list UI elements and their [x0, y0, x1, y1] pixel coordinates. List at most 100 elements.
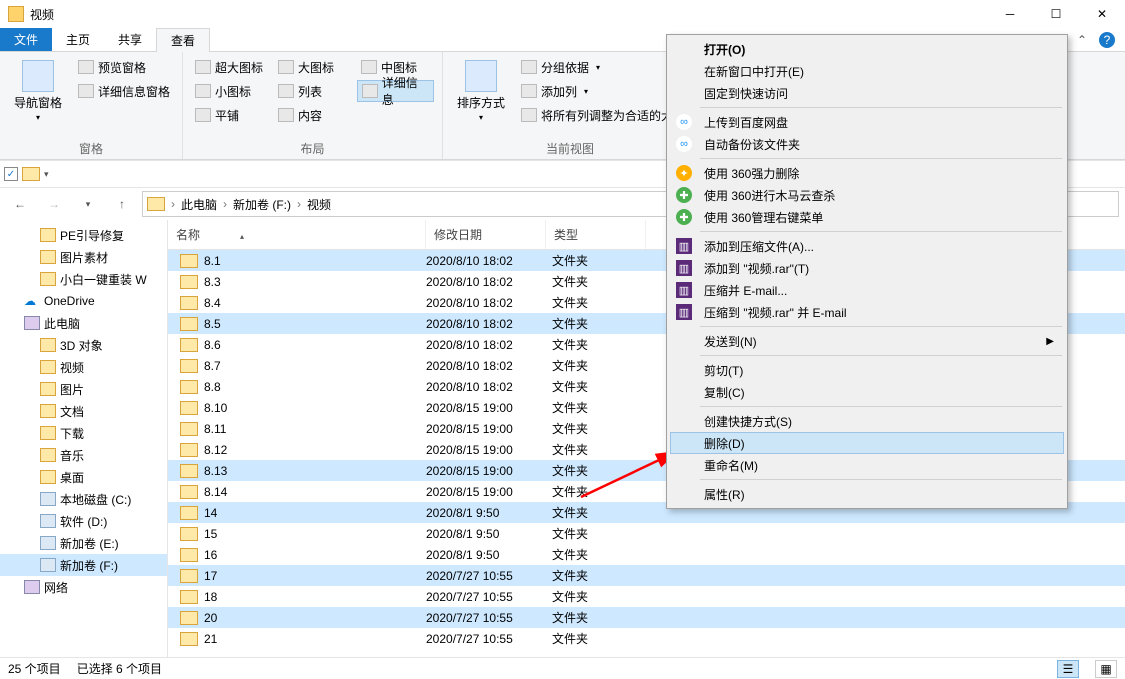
help-icon[interactable]: ?	[1099, 32, 1115, 48]
menu-item[interactable]: ∞上传到百度网盘	[670, 111, 1064, 133]
tree-node[interactable]: 软件 (D:)	[0, 510, 167, 532]
xl-icons-button[interactable]: 超大图标	[191, 56, 268, 78]
tree-node[interactable]: 桌面	[0, 466, 167, 488]
navigation-pane-button[interactable]: 导航窗格 ▾	[8, 56, 68, 138]
menu-item[interactable]: 复制(C)	[670, 381, 1064, 403]
file-name: 17	[204, 569, 217, 583]
file-row[interactable]: 182020/7/27 10:55文件夹	[168, 586, 1125, 607]
content-button[interactable]: 内容	[274, 104, 351, 126]
menu-item[interactable]: ▥添加到 "视频.rar"(T)	[670, 257, 1064, 279]
menu-item[interactable]: 剪切(T)	[670, 359, 1064, 381]
menu-item[interactable]: ✦使用 360强力删除	[670, 162, 1064, 184]
select-all-checkbox[interactable]: ✓	[4, 167, 18, 181]
menu-item-label: 添加到 "视频.rar"(T)	[704, 260, 809, 277]
tree-node[interactable]: ☁OneDrive	[0, 290, 167, 312]
minimize-button[interactable]: ─	[987, 0, 1033, 28]
thumbnails-view-toggle[interactable]: ▦	[1095, 660, 1117, 678]
fit-columns-button[interactable]: 将所有列调整为合适的大小	[517, 104, 689, 126]
menu-item[interactable]: 删除(D)	[670, 432, 1064, 454]
tree-node[interactable]: 文档	[0, 400, 167, 422]
tree-node[interactable]: 下载	[0, 422, 167, 444]
breadcrumb-folder[interactable]: 视频	[307, 196, 331, 213]
tree-node[interactable]: 小白一键重装 W	[0, 268, 167, 290]
up-button[interactable]: ↑	[108, 191, 136, 217]
file-row[interactable]: 212020/7/27 10:55文件夹	[168, 628, 1125, 649]
maximize-button[interactable]: ☐	[1033, 0, 1079, 28]
sort-by-button[interactable]: 排序方式 ▾	[451, 56, 511, 138]
file-row[interactable]: 202020/7/27 10:55文件夹	[168, 607, 1125, 628]
menu-item[interactable]: 重命名(M)	[670, 454, 1064, 476]
menu-item[interactable]: ▥添加到压缩文件(A)...	[670, 235, 1064, 257]
baidu-icon: ∞	[676, 136, 692, 152]
menu-item[interactable]: 固定到快速访问	[670, 82, 1064, 104]
layout-group: 超大图标 小图标 平铺 大图标 列表 内容 中图标 详细信息 x 布局	[183, 52, 443, 159]
nav-tree[interactable]: PE引导修复图片素材小白一键重装 W☁OneDrive此电脑3D 对象视频图片文…	[0, 220, 168, 657]
tree-node[interactable]: 新加卷 (F:)	[0, 554, 167, 576]
menu-item[interactable]: ▥压缩到 "视频.rar" 并 E-mail	[670, 301, 1064, 323]
details-pane-button[interactable]: 详细信息窗格	[74, 80, 174, 102]
tree-node[interactable]: 新加卷 (E:)	[0, 532, 167, 554]
menu-item[interactable]: ✚使用 360进行木马云查杀	[670, 184, 1064, 206]
column-name[interactable]: 名称	[168, 220, 426, 249]
details-view-toggle[interactable]: ☰	[1057, 660, 1079, 678]
sort-by-icon	[465, 60, 497, 92]
breadcrumb-drive[interactable]: 新加卷 (F:)	[233, 196, 291, 213]
column-date[interactable]: 修改日期	[426, 220, 546, 249]
tree-node[interactable]: 网络	[0, 576, 167, 598]
file-row[interactable]: 152020/8/1 9:50文件夹	[168, 523, 1125, 544]
tiles-button[interactable]: 平铺	[191, 104, 268, 126]
view-tab[interactable]: 查看	[156, 28, 210, 52]
menu-item[interactable]: ✚使用 360管理右键菜单	[670, 206, 1064, 228]
column-type[interactable]: 类型	[546, 220, 646, 249]
folder-icon	[180, 359, 198, 373]
group-by-button[interactable]: 分组依据▾	[517, 56, 689, 78]
add-columns-button[interactable]: 添加列▾	[517, 80, 689, 102]
path-dropdown-icon[interactable]: ▾	[44, 169, 49, 180]
menu-item[interactable]: ∞自动备份该文件夹	[670, 133, 1064, 155]
file-name: 16	[204, 548, 217, 562]
list-button[interactable]: 列表	[274, 80, 351, 102]
folder-icon	[180, 611, 198, 625]
tree-node-label: 图片素材	[60, 249, 108, 266]
file-date: 2020/8/10 18:02	[426, 380, 546, 394]
l-icons-button[interactable]: 大图标	[274, 56, 351, 78]
menu-item[interactable]: 发送到(N)▶	[670, 330, 1064, 352]
recent-locations-button[interactable]: ▾	[74, 191, 102, 217]
preview-pane-button[interactable]: 预览窗格	[74, 56, 174, 78]
tree-node[interactable]: 3D 对象	[0, 334, 167, 356]
context-menu[interactable]: 打开(O)在新窗口中打开(E)固定到快速访问 ∞上传到百度网盘∞自动备份该文件夹 ✦…	[666, 34, 1068, 509]
menu-item[interactable]: ▥压缩并 E-mail...	[670, 279, 1064, 301]
home-tab[interactable]: 主页	[52, 28, 104, 51]
share-tab[interactable]: 共享	[104, 28, 156, 51]
tree-node[interactable]: 图片素材	[0, 246, 167, 268]
fld-icon	[40, 382, 56, 396]
tree-node[interactable]: 此电脑	[0, 312, 167, 334]
menu-item[interactable]: 打开(O)	[670, 38, 1064, 60]
tree-node[interactable]: 图片	[0, 378, 167, 400]
chevron-right-icon[interactable]: ›	[293, 197, 305, 211]
collapse-ribbon-icon[interactable]: ⌃	[1077, 33, 1087, 47]
back-button[interactable]: ←	[6, 191, 34, 217]
file-date: 2020/8/1 9:50	[426, 527, 546, 541]
drive-icon	[40, 536, 56, 550]
tree-node[interactable]: PE引导修复	[0, 224, 167, 246]
menu-item[interactable]: 创建快捷方式(S)	[670, 410, 1064, 432]
tree-node[interactable]: 视频	[0, 356, 167, 378]
file-row[interactable]: 162020/8/1 9:50文件夹	[168, 544, 1125, 565]
s-icons-button[interactable]: 小图标	[191, 80, 268, 102]
folder-icon	[180, 422, 198, 436]
tree-node[interactable]: 本地磁盘 (C:)	[0, 488, 167, 510]
content-icon	[278, 108, 294, 122]
file-row[interactable]: 172020/7/27 10:55文件夹	[168, 565, 1125, 586]
close-button[interactable]: ✕	[1079, 0, 1125, 28]
menu-item[interactable]: 属性(R)	[670, 483, 1064, 505]
details-view-button[interactable]: 详细信息	[357, 80, 434, 102]
breadcrumb-pc[interactable]: 此电脑	[181, 196, 217, 213]
file-name: 8.14	[204, 485, 227, 499]
tree-node[interactable]: 音乐	[0, 444, 167, 466]
chevron-right-icon[interactable]: ›	[167, 197, 179, 211]
forward-button[interactable]: →	[40, 191, 68, 217]
menu-item[interactable]: 在新窗口中打开(E)	[670, 60, 1064, 82]
file-tab[interactable]: 文件	[0, 28, 52, 51]
chevron-right-icon[interactable]: ›	[219, 197, 231, 211]
